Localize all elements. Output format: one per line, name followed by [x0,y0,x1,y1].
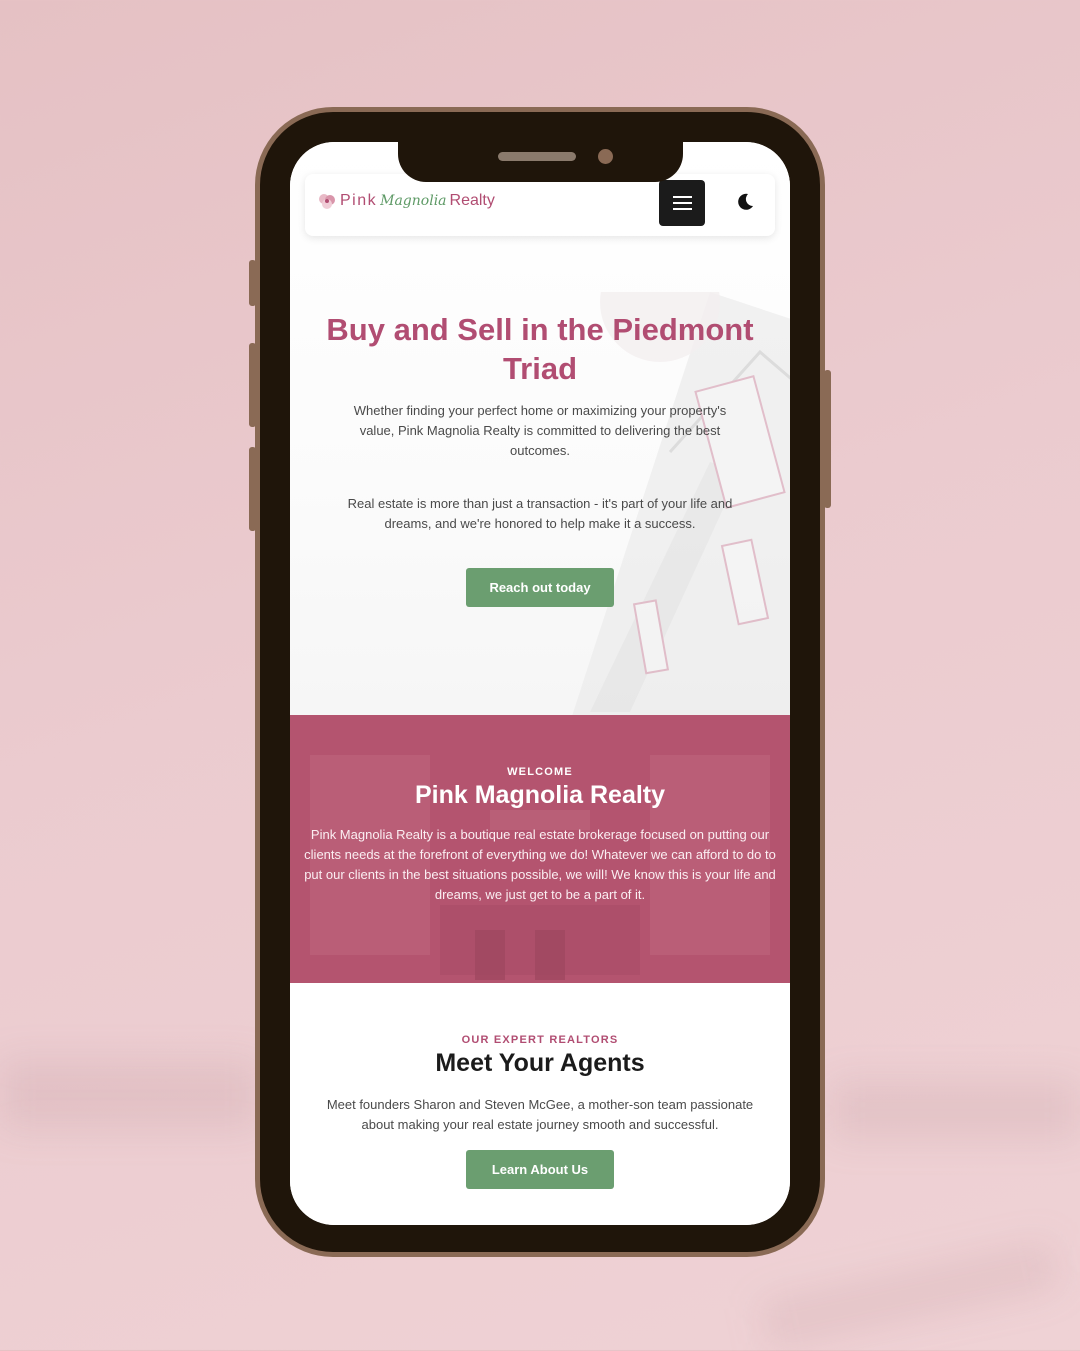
agents-title: Meet Your Agents [435,1049,645,1077]
hamburger-icon-line [672,196,692,198]
agents-section: OUR EXPERT REALTORS Meet Your Agents Mee… [290,983,790,1225]
phone-button [824,370,831,508]
welcome-text: Pink Magnolia Realty is a boutique real … [304,827,776,902]
hero-title: Buy and Sell in the Piedmont Triad [326,312,754,386]
hamburger-icon-line [672,208,692,210]
magnolia-flower-icon [319,194,335,209]
hamburger-menu-button[interactable] [659,180,705,226]
phone-speaker [498,152,576,161]
reach-out-button[interactable]: Reach out today [466,568,614,607]
site-logo[interactable]: Pink Magnolia Realty [317,188,495,214]
background-shadow [0,1060,260,1130]
logo-text-pink: Pink [340,192,378,209]
hero-section: Pink Magnolia Realty Buy and Sell in the… [290,142,790,715]
hero-paragraph: Whether finding your perfect home or max… [353,403,727,458]
welcome-title: Pink Magnolia Realty [414,781,666,809]
logo-text-realty: Realty [449,192,495,209]
background-shadow [830,1080,1080,1140]
phone-screen: Pink Magnolia Realty Buy and Sell in the… [290,142,790,1225]
phone-button [249,260,256,306]
phone-notch [398,142,683,182]
agents-eyebrow: OUR EXPERT REALTORS [461,1034,619,1046]
hamburger-icon-line [672,202,692,204]
navbar: Pink Magnolia Realty [305,174,775,236]
phone-button [249,343,256,427]
welcome-eyebrow: WELCOME [507,766,573,778]
logo-text-magnolia: Magnolia [380,193,447,209]
background-shadow [758,1239,1062,1351]
phone-camera [598,149,613,164]
moon-icon[interactable] [735,192,755,212]
welcome-section: WELCOME Pink Magnolia Realty Pink Magnol… [290,715,790,983]
hero-paragraph: Real estate is more than just a transact… [347,496,733,531]
phone-button [249,447,256,531]
agents-text: Meet founders Sharon and Steven McGee, a… [326,1097,754,1132]
learn-about-us-button[interactable]: Learn About Us [466,1150,614,1189]
